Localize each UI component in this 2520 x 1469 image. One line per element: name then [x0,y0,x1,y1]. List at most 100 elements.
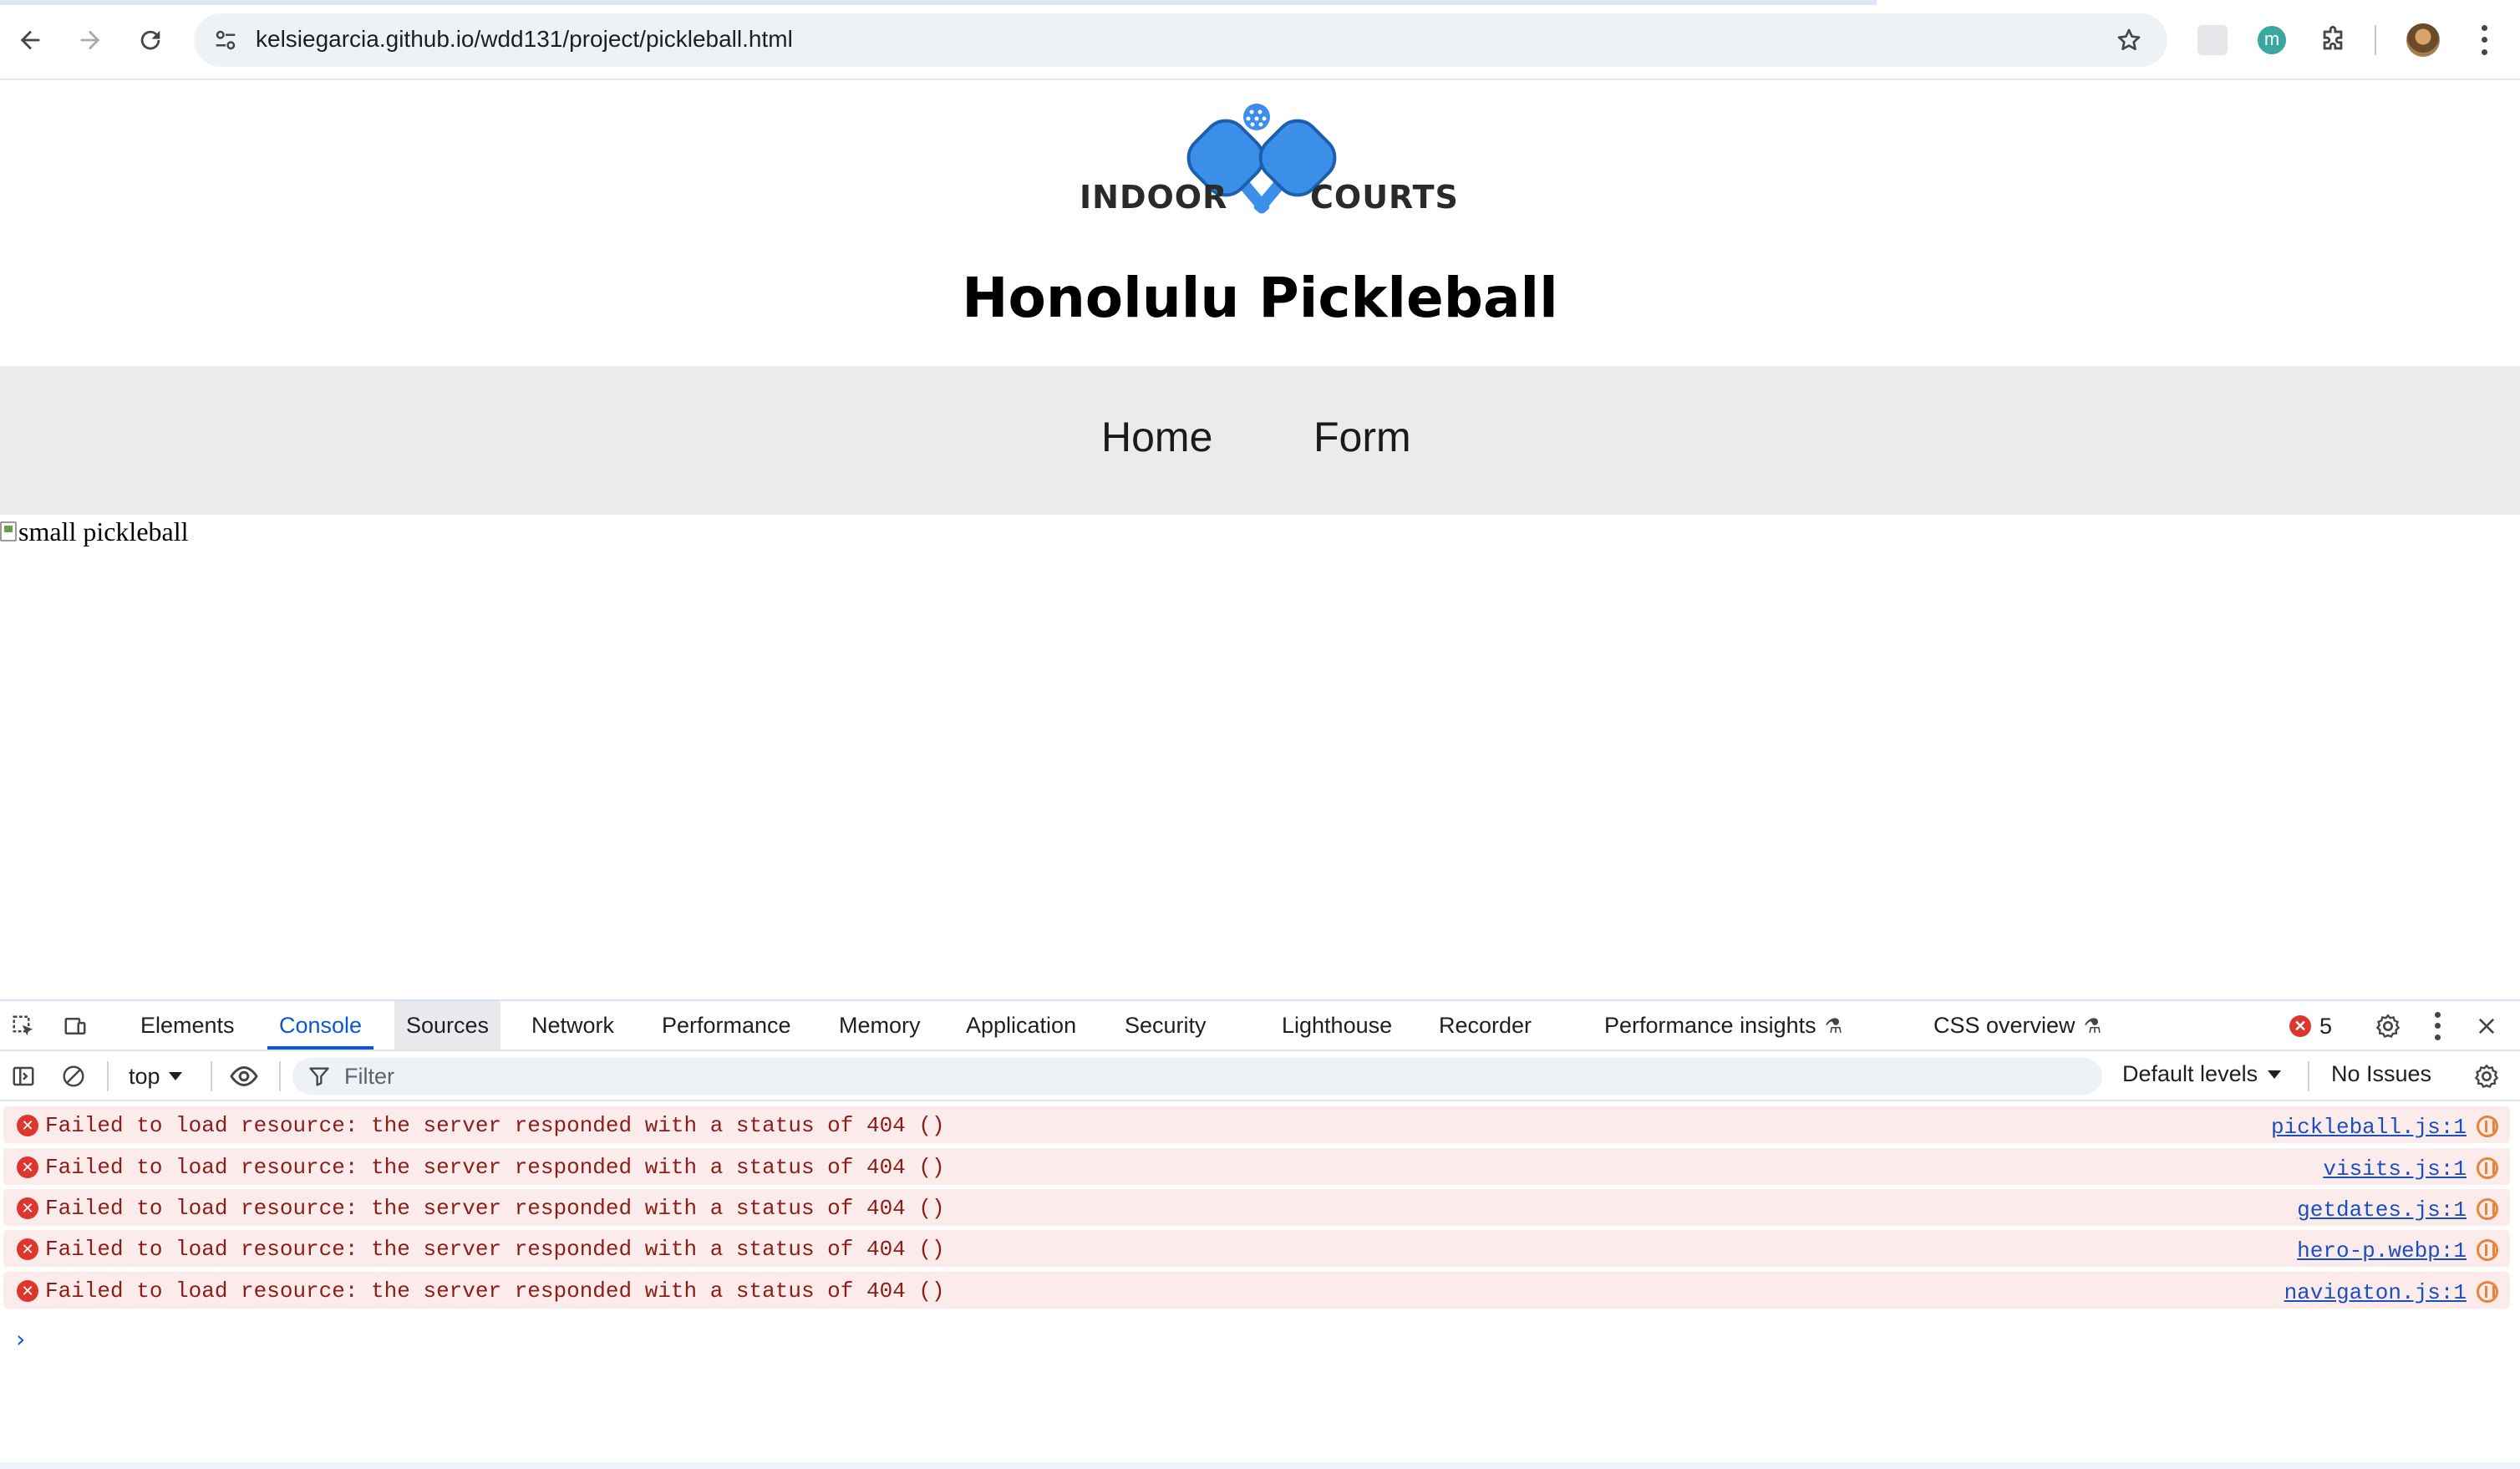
console-error-row: ✕ Failed to load resource: the server re… [3,1230,2510,1267]
page-load-progress [0,0,1877,5]
network-request-icon[interactable] [2477,1281,2498,1303]
filter-funnel-icon [309,1067,329,1086]
error-icon: ✕ [17,1156,38,1178]
nav-link-home[interactable]: Home [1101,413,1212,461]
toolbar-divider [279,1061,281,1091]
error-icon: ✕ [17,1238,38,1260]
console-source-link[interactable]: hero-p.webp:1 [2297,1238,2467,1263]
tab-lighthouse[interactable]: Lighthouse [1282,1001,1392,1050]
inspect-element-icon[interactable] [7,1009,40,1043]
logo-word-right: COURTS [1310,179,1459,216]
tab-sources[interactable]: Sources [394,1001,501,1050]
broken-image-alt-text: small pickleball [18,516,189,546]
toolbar-divider [211,1061,212,1091]
devtools-bottom-border [0,1462,2520,1469]
console-toolbar: top Filter Default levels No Issues [0,1051,2520,1101]
settings-gear-icon[interactable] [2371,1009,2405,1043]
browser-menu-icon[interactable] [2472,22,2497,58]
browser-toolbar: kelsiegarcia.github.io/wdd131/project/pi… [0,0,2520,80]
tab-security[interactable]: Security [1125,1001,1207,1050]
extensions-puzzle-icon[interactable] [2311,18,2355,62]
context-selector-value: top [129,1063,160,1089]
arrow-right-icon [80,30,100,50]
page-title: Honolulu Pickleball [962,266,1558,330]
console-filter-input[interactable]: Filter [292,1058,2102,1095]
console-error-row: ✕ Failed to load resource: the server re… [3,1272,2510,1309]
console-error-row: ✕ Failed to load resource: the server re… [3,1106,2510,1143]
network-request-icon[interactable] [2477,1239,2498,1261]
url-text[interactable]: kelsiegarcia.github.io/wdd131/project/pi… [256,26,793,53]
console-error-row: ✕ Failed to load resource: the server re… [3,1148,2510,1185]
console-source-link[interactable]: getdates.js:1 [2297,1197,2467,1222]
devtools-panel: Elements Console Sources Network Perform… [0,999,2520,1469]
filter-placeholder: Filter [344,1064,394,1089]
console-source-link[interactable]: navigaton.js:1 [2284,1280,2467,1305]
arrow-left-icon [20,30,40,50]
profile-avatar[interactable] [2406,23,2440,57]
devtools-tab-bar: Elements Console Sources Network Perform… [0,1001,2520,1051]
tab-css-overview-label: CSS overview [1933,1013,2075,1038]
broken-image-icon [0,521,17,541]
error-icon: ✕ [17,1197,38,1219]
devtools-menu-icon[interactable] [2425,1009,2450,1043]
tab-performance-insights[interactable]: Performance insights ⚗ [1604,1001,1842,1050]
site-info-icon[interactable] [209,23,242,57]
main-navigation: Home Form [0,366,2520,515]
broken-image: small pickleball [0,515,189,548]
tab-css-overview[interactable]: CSS overview ⚗ [1933,1001,2101,1050]
chevron-down-icon [168,1072,182,1080]
console-error-text: Failed to load resource: the server resp… [45,1278,945,1304]
tab-recorder[interactable]: Recorder [1439,1001,1532,1050]
close-devtools-icon[interactable] [2470,1009,2503,1043]
nav-link-form[interactable]: Form [1313,413,1411,461]
error-icon: ✕ [17,1115,38,1136]
toolbar-divider [2308,1061,2309,1091]
reload-button[interactable] [129,18,172,62]
tab-performance[interactable]: Performance [662,1001,791,1050]
console-source-link[interactable]: pickleball.js:1 [2271,1115,2467,1140]
back-button[interactable] [8,18,52,62]
tab-application[interactable]: Application [966,1001,1076,1050]
network-request-icon[interactable] [2477,1157,2498,1179]
console-error-text: Failed to load resource: the server resp… [45,1196,945,1221]
console-error-row: ✕ Failed to load resource: the server re… [3,1189,2510,1226]
clear-console-icon[interactable] [57,1060,90,1093]
log-levels-dropdown[interactable]: Default levels [2122,1061,2282,1087]
tab-memory[interactable]: Memory [839,1001,921,1050]
extension-icon[interactable] [2197,25,2228,55]
error-icon: ✕ [2289,1015,2311,1037]
context-selector[interactable]: top [129,1061,182,1091]
device-toolbar-icon[interactable] [58,1009,92,1043]
network-request-icon[interactable] [2477,1198,2498,1220]
console-settings-gear-icon[interactable] [2470,1060,2503,1093]
logo-word-left: INDOOR [1080,179,1228,216]
error-icon: ✕ [17,1280,38,1302]
console-error-text: Failed to load resource: the server resp… [45,1155,945,1180]
flask-icon: ⚗ [1824,1015,1843,1038]
console-prompt-chevron-icon[interactable]: › [13,1325,28,1353]
toolbar-divider [107,1061,109,1091]
flask-icon: ⚗ [2083,1015,2102,1038]
console-source-link[interactable]: visits.js:1 [2323,1156,2467,1182]
live-expression-eye-icon[interactable] [227,1060,261,1093]
tab-console[interactable]: Console [267,1001,374,1050]
address-bar[interactable]: kelsiegarcia.github.io/wdd131/project/pi… [194,13,2167,67]
network-request-icon[interactable] [2477,1116,2498,1137]
issues-counter[interactable]: No Issues [2331,1061,2431,1087]
extension-m-icon[interactable]: m [2258,26,2286,54]
reload-icon [140,30,160,50]
tab-performance-insights-label: Performance insights [1604,1013,1816,1038]
console-error-text: Failed to load resource: the server resp… [45,1237,945,1262]
toolbar-divider [2375,25,2376,55]
webpage: INDOOR COURTS Honolulu Pickleball Home F… [0,80,2520,999]
log-levels-value: Default levels [2122,1061,2258,1086]
error-count: 5 [2319,1013,2333,1039]
show-sidebar-icon[interactable] [7,1060,40,1093]
forward-button[interactable] [69,18,112,62]
bookmark-star-icon[interactable] [2112,23,2146,57]
tab-network[interactable]: Network [531,1001,614,1050]
console-error-text: Failed to load resource: the server resp… [45,1113,945,1138]
chevron-down-icon [2268,1070,2282,1079]
error-counter[interactable]: ✕ 5 [2289,1013,2332,1039]
tab-elements[interactable]: Elements [140,1001,235,1050]
